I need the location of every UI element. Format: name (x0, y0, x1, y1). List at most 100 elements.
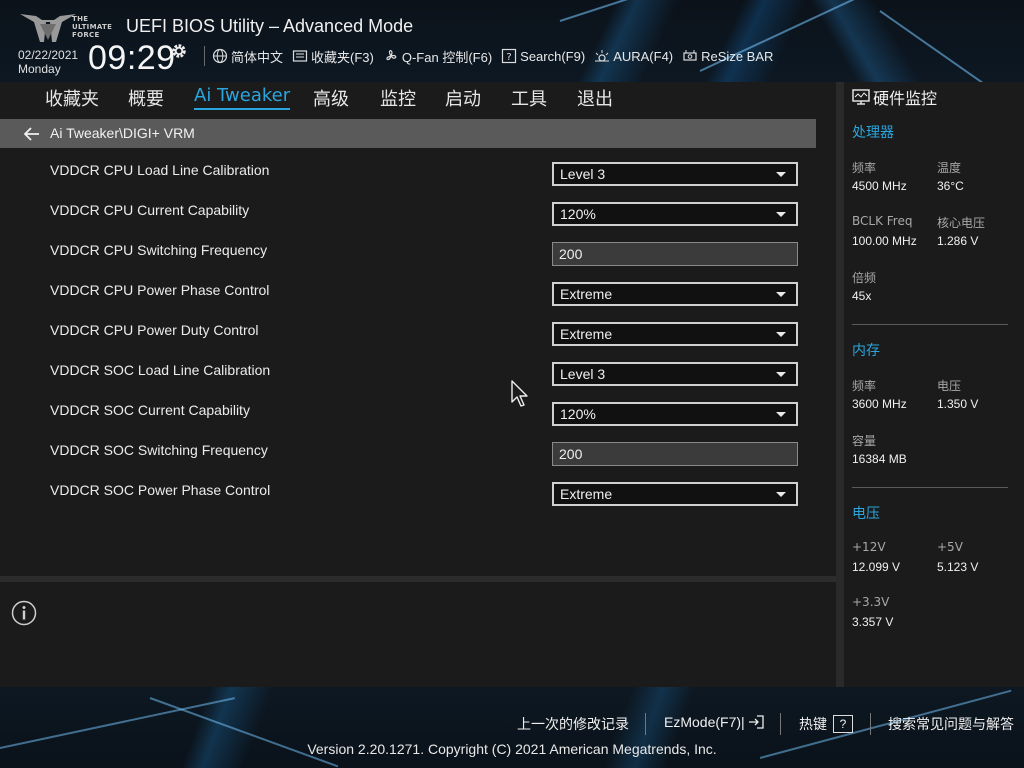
fan-icon (386, 50, 397, 61)
setting-row: VDDCR CPU Load Line Calibration Level 3 (0, 162, 816, 202)
tab-favorites[interactable]: 收藏夹 (45, 85, 99, 113)
setting-label: VDDCR SOC Switching Frequency (50, 442, 268, 458)
mouse-pointer-icon (511, 380, 528, 407)
hotkey-help-icon: ? (833, 715, 853, 733)
tab-advanced[interactable]: 高级 (313, 85, 349, 113)
mem-freq-label: 频率 (852, 379, 877, 393)
v33-value: 3.357 V (852, 615, 894, 629)
cpu-temp-value: 36°C (937, 179, 964, 193)
section-divider (852, 324, 1008, 325)
dropdown-arrow-icon (776, 412, 786, 417)
v12-value: 12.099 V (852, 560, 901, 574)
vcore-label: 核心电压 (937, 216, 986, 230)
panel-divider (836, 82, 844, 687)
cpu-freq-value: 4500 MHz (852, 179, 907, 193)
favorites-icon (292, 50, 308, 62)
gear-icon[interactable] (170, 42, 188, 60)
setting-row: VDDCR CPU Switching Frequency 200 (0, 242, 816, 282)
v5-label: +5V (937, 540, 963, 554)
setting-row: VDDCR SOC Power Phase Control Extreme (0, 482, 816, 522)
cpu-section-heading: 处理器 (852, 125, 894, 141)
setting-label: VDDCR SOC Load Line Calibration (50, 362, 271, 378)
dropdown-arrow-icon (776, 292, 786, 297)
tab-monitor[interactable]: 监控 (380, 85, 416, 113)
mem-capacity-value: 16384 MB (852, 452, 907, 466)
cpu-switching-frequency-input[interactable]: 200 (552, 242, 798, 266)
tab-overview[interactable]: 概要 (128, 85, 164, 113)
soc-current-capability-select[interactable]: 120% (552, 402, 798, 426)
dropdown-arrow-icon (776, 332, 786, 337)
header-bar: THE ULTIMATE FORCE UEFI BIOS Utility – A… (0, 0, 1024, 82)
voltage-section-heading: 电压 (852, 506, 880, 522)
mem-freq-value: 3600 MHz (852, 397, 907, 411)
ezmode-button[interactable]: EzMode(F7)| (664, 714, 764, 730)
setting-row: VDDCR SOC Load Line Calibration Level 3 (0, 362, 816, 402)
info-icon (11, 600, 37, 626)
v5-value: 5.123 V (937, 560, 979, 574)
hotkeys-button[interactable]: 热键 ? (799, 714, 853, 734)
back-arrow-icon[interactable] (24, 127, 40, 141)
main-nav: 收藏夹 概要 Ai Tweaker 高级 监控 启动 工具 退出 (0, 82, 836, 118)
breadcrumb: Ai Tweaker\DIGI+ VRM (0, 119, 816, 148)
cpu-temp-label: 温度 (937, 161, 962, 175)
tab-exit[interactable]: 退出 (577, 85, 613, 113)
setting-row: VDDCR CPU Current Capability 120% (0, 202, 816, 242)
ratio-label: 倍频 (852, 271, 877, 285)
help-info-area (0, 582, 836, 687)
footer-bar: 上一次的修改记录 EzMode(F7)| 热键 ? 搜索常见问题与解答 Vers… (0, 687, 1024, 768)
mem-volt-label: 电压 (937, 379, 962, 393)
faq-search-button[interactable]: 搜索常见问题与解答 (888, 714, 1014, 734)
globe-icon (212, 48, 228, 64)
search-button[interactable]: ? Search(F9) (501, 48, 585, 64)
monitor-icon (852, 89, 870, 105)
last-modified-button[interactable]: 上一次的修改记录 (517, 714, 629, 734)
v33-label: +3.3V (852, 595, 890, 609)
mem-volt-value: 1.350 V (937, 397, 979, 411)
language-button[interactable]: 简体中文 (212, 47, 283, 66)
soc-llc-select[interactable]: Level 3 (552, 362, 798, 386)
cpu-freq-label: 频率 (852, 161, 877, 175)
aura-light-icon (595, 50, 610, 62)
section-divider (852, 487, 1008, 488)
logo-text: THE ULTIMATE FORCE (72, 15, 113, 39)
setting-label: VDDCR CPU Power Phase Control (50, 282, 270, 298)
soc-power-phase-select[interactable]: Extreme (552, 482, 798, 506)
tab-boot[interactable]: 启动 (445, 85, 481, 113)
cpu-llc-select[interactable]: Level 3 (552, 162, 798, 186)
setting-label: VDDCR CPU Load Line Calibration (50, 162, 270, 178)
soc-switching-frequency-input[interactable]: 200 (552, 442, 798, 466)
aura-button[interactable]: AURA(F4) (594, 48, 673, 64)
ratio-value: 45x (852, 289, 872, 303)
tab-tool[interactable]: 工具 (511, 85, 547, 113)
bclk-value: 100.00 MHz (852, 234, 917, 248)
cpu-current-capability-select[interactable]: 120% (552, 202, 798, 226)
bclk-label: BCLK Freq (852, 214, 913, 228)
setting-row: VDDCR SOC Current Capability 120% (0, 402, 816, 442)
setting-label: VDDCR SOC Power Phase Control (50, 482, 271, 498)
breadcrumb-path: Ai Tweaker\DIGI+ VRM (50, 125, 195, 141)
memory-section-heading: 内存 (852, 343, 880, 359)
favorites-button[interactable]: 收藏夹(F3) (292, 47, 374, 66)
mem-capacity-label: 容量 (852, 434, 877, 448)
svg-text:?: ? (507, 52, 512, 63)
setting-row: VDDCR SOC Switching Frequency 200 (0, 442, 816, 482)
clock-display: 09:29 (88, 39, 176, 77)
cpu-power-duty-select[interactable]: Extreme (552, 322, 798, 346)
exit-arrow-icon (748, 715, 764, 729)
setting-label: VDDCR SOC Current Capability (50, 402, 250, 418)
vcore-value: 1.286 V (937, 234, 979, 248)
dropdown-arrow-icon (776, 372, 786, 377)
copyright-text: Version 2.20.1271. Copyright (C) 2021 Am… (307, 741, 717, 757)
qfan-button[interactable]: Q-Fan 控制(F6) (383, 47, 492, 66)
dropdown-arrow-icon (776, 172, 786, 177)
app-title: UEFI BIOS Utility – Advanced Mode (126, 16, 414, 36)
resize-bar-button[interactable]: ReSize BAR (682, 48, 773, 64)
cpu-power-phase-select[interactable]: Extreme (552, 282, 798, 306)
setting-row: VDDCR CPU Power Phase Control Extreme (0, 282, 816, 322)
tab-ai-tweaker[interactable]: Ai Tweaker (194, 85, 291, 110)
resize-bar-icon (683, 50, 697, 61)
dropdown-arrow-icon (776, 492, 786, 497)
footer-separator (645, 713, 646, 735)
footer-separator (870, 713, 871, 735)
hw-monitor-title: 硬件监控 (852, 85, 937, 109)
